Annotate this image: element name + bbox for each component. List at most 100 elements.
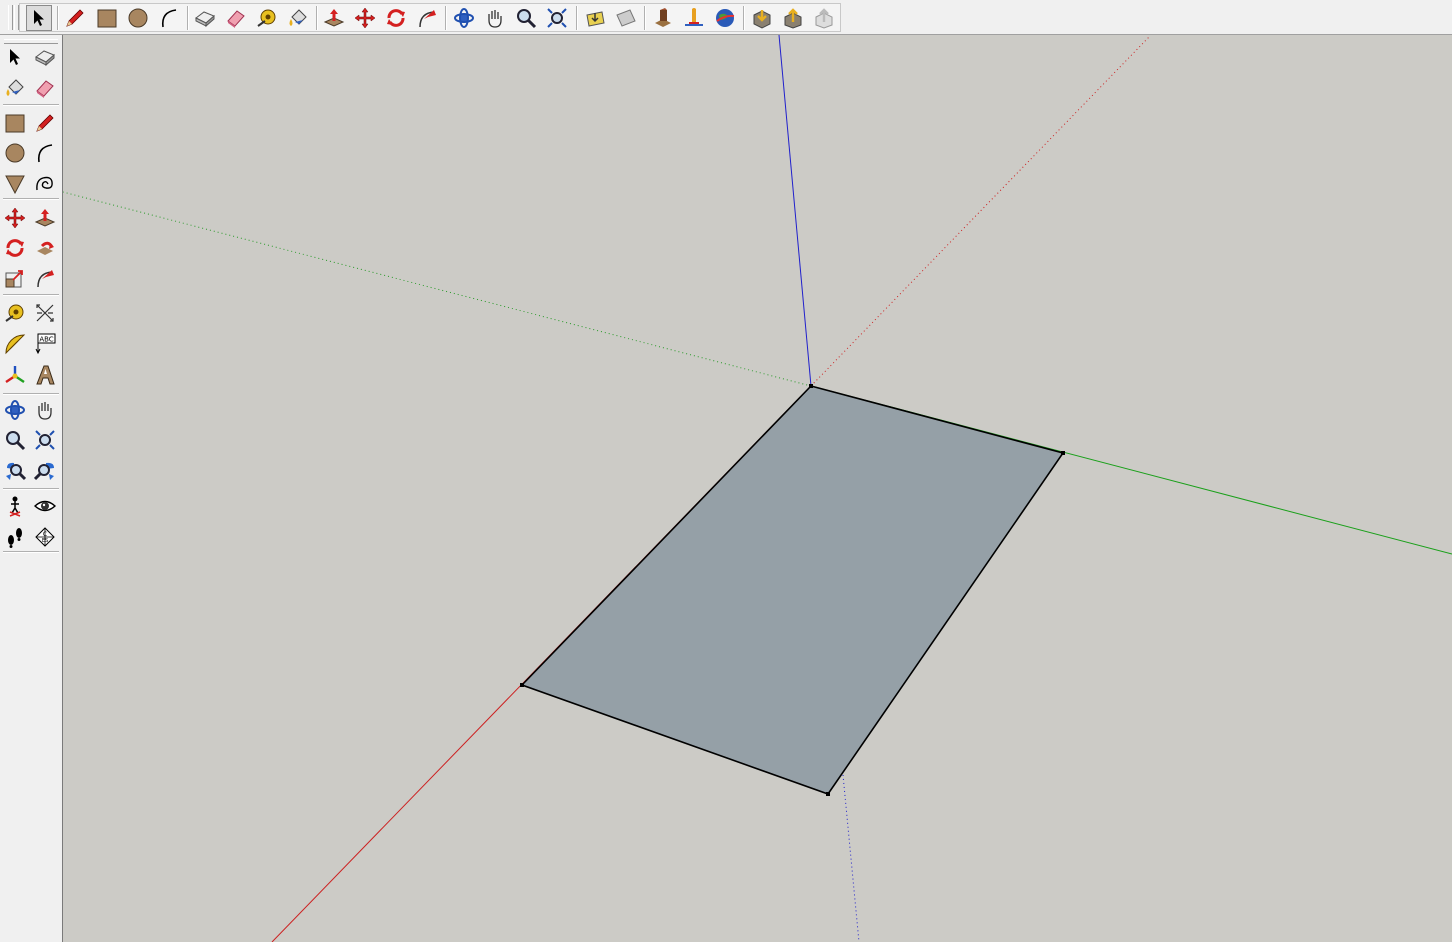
push-pull-icon <box>34 209 56 227</box>
google-earth-button[interactable] <box>712 5 738 31</box>
orbit-tool-button[interactable] <box>2 397 28 423</box>
rectangle-tool-button[interactable] <box>94 5 120 31</box>
make-component-button[interactable] <box>192 5 218 31</box>
circle-tool-button[interactable] <box>2 140 28 166</box>
scale-icon <box>5 270 23 288</box>
move-tool-button[interactable] <box>352 5 378 31</box>
line-tool-button[interactable] <box>32 110 58 136</box>
toolbar-separator <box>576 6 578 30</box>
zoom-icon <box>6 431 26 451</box>
blue-axis-positive <box>778 35 812 387</box>
select-tool-button[interactable] <box>2 44 28 70</box>
position-camera-button[interactable] <box>2 493 28 519</box>
pan-tool-button[interactable] <box>482 5 508 31</box>
arc-icon <box>37 144 53 163</box>
share-component-button[interactable] <box>811 5 837 31</box>
3d-text-tool-button[interactable] <box>32 362 58 388</box>
zoom-tool-button[interactable] <box>2 427 28 453</box>
modeling-viewport[interactable] <box>63 35 1452 942</box>
pan-hand-icon <box>488 10 502 28</box>
get-models-button[interactable] <box>749 5 775 31</box>
zoom-extents-button[interactable] <box>544 5 570 31</box>
green-axis-negative <box>63 191 812 387</box>
scene-canvas[interactable] <box>63 35 1452 942</box>
look-around-eye-icon <box>34 500 56 512</box>
circle-tool-button[interactable] <box>125 5 151 31</box>
svg-text:ES: ES <box>42 538 48 544</box>
select-tool-button[interactable] <box>26 5 52 31</box>
axes-tool-button[interactable] <box>2 362 28 388</box>
zoom-window-button[interactable] <box>32 427 58 453</box>
vertex-point[interactable] <box>809 384 813 388</box>
get-current-view-button[interactable] <box>681 5 707 31</box>
toolbar-separator <box>445 6 447 30</box>
look-around-button[interactable] <box>32 493 58 519</box>
zoom-extents-button[interactable] <box>2 458 28 484</box>
text-tool-button[interactable]: ABC <box>32 331 58 357</box>
rectangle-icon <box>5 114 25 133</box>
follow-me-button[interactable] <box>32 235 58 261</box>
arc-tool-button[interactable] <box>32 140 58 166</box>
preview-earth-icon <box>655 8 671 27</box>
make-component-button[interactable] <box>32 44 58 70</box>
arc-tool-button[interactable] <box>156 5 182 31</box>
move-icon <box>354 7 376 29</box>
eraser-tool-button[interactable] <box>223 5 249 31</box>
walk-tool-button[interactable] <box>2 524 28 550</box>
zoom-icon <box>517 9 537 29</box>
move-tool-button[interactable] <box>2 205 28 231</box>
paint-bucket-button[interactable] <box>285 5 311 31</box>
pan-tool-button[interactable] <box>32 397 58 423</box>
share-model-button[interactable] <box>780 5 806 31</box>
paint-bucket-icon <box>289 9 307 26</box>
dimensions-tool-button[interactable] <box>32 300 58 326</box>
push-pull-icon <box>323 9 345 27</box>
rectangle-icon <box>97 9 117 28</box>
toolbar-grip[interactable] <box>8 5 13 30</box>
push-pull-button[interactable] <box>32 205 58 231</box>
zoom-extents-icon <box>547 8 567 28</box>
scale-tool-button[interactable] <box>2 265 28 291</box>
text-label-icon: ABC <box>35 333 56 355</box>
top-toolbar <box>0 0 1452 35</box>
line-tool-button[interactable] <box>62 5 88 31</box>
zoom-tool-button[interactable] <box>513 5 539 31</box>
rectangle-tool-button[interactable] <box>2 110 28 136</box>
paint-bucket-button[interactable] <box>2 75 28 101</box>
add-location-button[interactable] <box>582 5 608 31</box>
red-axis-positive <box>810 36 1150 387</box>
vertex-point[interactable] <box>520 683 524 687</box>
axes-icon <box>5 366 25 383</box>
rotate-tool-button[interactable] <box>2 235 28 261</box>
add-location-icon <box>586 11 605 27</box>
rotate-tool-button[interactable] <box>383 5 409 31</box>
eraser-icon <box>227 10 245 28</box>
eraser-tool-button[interactable] <box>32 75 58 101</box>
orbit-tool-button[interactable] <box>451 5 477 31</box>
section-plane-icon: CES <box>35 527 55 547</box>
section-plane-button[interactable]: C ES <box>32 524 58 550</box>
preview-google-earth-button[interactable] <box>650 5 676 31</box>
tape-measure-button[interactable] <box>254 5 280 31</box>
follow-me-icon <box>419 10 436 28</box>
get-current-view-icon <box>685 8 703 26</box>
vertex-point[interactable] <box>826 792 830 796</box>
zoom-window-icon <box>35 430 55 450</box>
rectangle-face[interactable] <box>520 385 1065 795</box>
protractor-tool-button[interactable] <box>2 331 28 357</box>
offset-tool-button[interactable] <box>32 265 58 291</box>
tape-measure-button[interactable] <box>2 300 28 326</box>
freehand-icon <box>36 176 53 191</box>
toggle-terrain-button[interactable] <box>613 5 639 31</box>
previous-view-button[interactable] <box>32 458 58 484</box>
arrow-cursor-icon <box>10 49 20 65</box>
push-pull-button[interactable] <box>321 5 347 31</box>
svg-text:ABC: ABC <box>39 336 53 344</box>
freehand-tool-button[interactable] <box>32 170 58 196</box>
polygon-tool-button[interactable] <box>2 170 28 196</box>
toolbar-separator <box>3 104 59 106</box>
pencil-icon <box>66 9 84 27</box>
vertex-point[interactable] <box>1061 451 1065 455</box>
follow-me-button[interactable] <box>414 5 440 31</box>
toolbar-separator <box>3 551 59 553</box>
